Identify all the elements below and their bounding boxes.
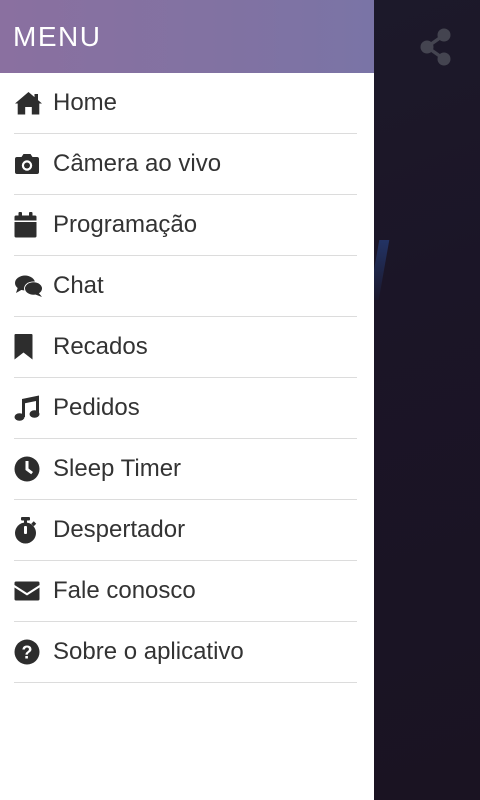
drawer-header: MENU xyxy=(0,0,374,73)
menu-item-chat[interactable]: Chat xyxy=(14,256,357,317)
share-icon xyxy=(420,28,451,66)
menu-item-label: Pedidos xyxy=(53,394,140,421)
menu-item-despertador[interactable]: Despertador xyxy=(14,500,357,561)
drawer-title: MENU xyxy=(13,20,102,52)
menu-item-sobre[interactable]: ? Sobre o aplicativo xyxy=(14,622,357,683)
share-button[interactable] xyxy=(418,26,454,68)
music-icon xyxy=(14,395,44,421)
question-circle-icon: ? xyxy=(14,639,44,665)
menu-item-recados[interactable]: Recados xyxy=(14,317,357,378)
menu-item-sleep-timer[interactable]: Sleep Timer xyxy=(14,439,357,500)
menu-item-camera[interactable]: Câmera ao vivo xyxy=(14,134,357,195)
menu-item-label: Recados xyxy=(53,333,148,360)
stopwatch-icon xyxy=(14,516,44,544)
svg-text:?: ? xyxy=(22,643,33,663)
home-icon xyxy=(14,91,44,115)
clock-icon xyxy=(14,456,44,482)
menu-item-label: Sleep Timer xyxy=(53,455,182,482)
menu-item-label: Sobre o aplicativo xyxy=(53,638,244,665)
calendar-icon xyxy=(14,212,44,238)
menu-item-label: Despertador xyxy=(53,516,186,543)
menu-item-label: Home xyxy=(53,89,118,116)
navigation-drawer: MENU Home Câmera ao vivo Programação Cha… xyxy=(0,0,374,800)
menu-item-label: Programação xyxy=(53,211,198,238)
chat-icon xyxy=(14,274,44,298)
bookmark-icon xyxy=(14,334,44,360)
menu-item-pedidos[interactable]: Pedidos xyxy=(14,378,357,439)
menu-item-programacao[interactable]: Programação xyxy=(14,195,357,256)
camera-icon xyxy=(14,153,44,175)
menu-item-label: Chat xyxy=(53,272,104,299)
menu-item-label: Câmera ao vivo xyxy=(53,150,222,177)
menu-item-fale-conosco[interactable]: Fale conosco xyxy=(14,561,357,622)
menu-item-home[interactable]: Home xyxy=(14,73,357,134)
envelope-icon xyxy=(14,581,44,601)
menu-list: Home Câmera ao vivo Programação Chat Rec… xyxy=(0,73,374,683)
menu-item-label: Fale conosco xyxy=(53,577,196,604)
